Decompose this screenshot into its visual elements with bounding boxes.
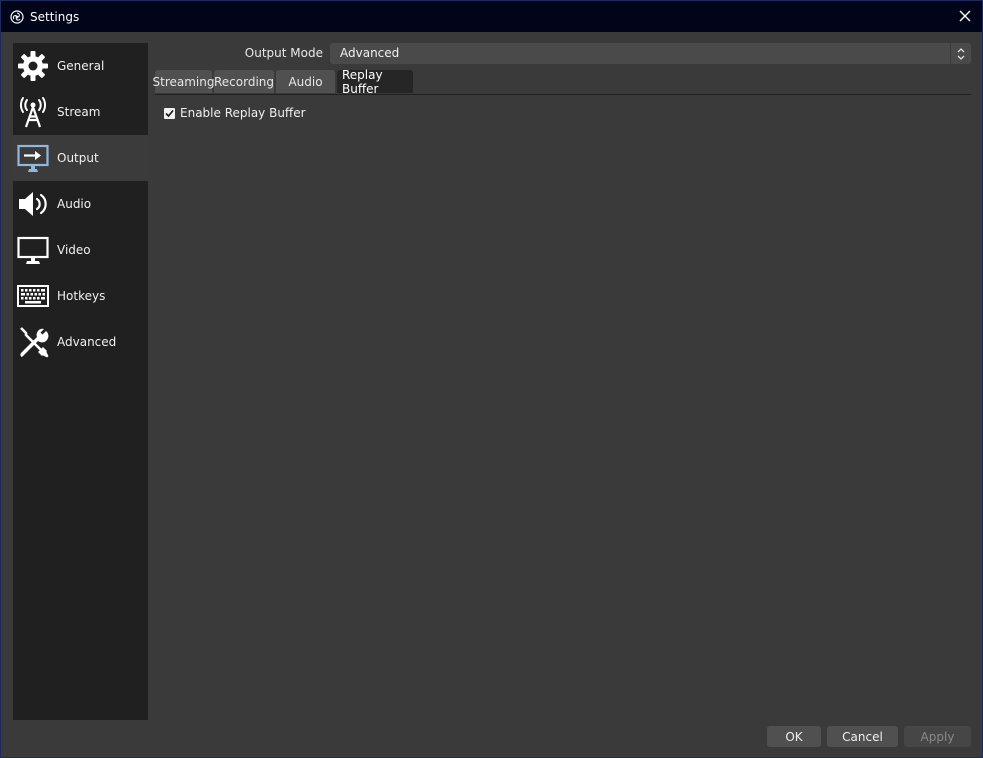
- title-bar[interactable]: Settings: [1, 1, 982, 32]
- window-title: Settings: [30, 9, 80, 24]
- cancel-button[interactable]: Cancel: [827, 726, 898, 747]
- output-tabs: Streaming Recording Audio Replay Buffer: [153, 68, 415, 96]
- obs-logo-icon: [10, 9, 24, 24]
- sidebar-item-label: Advanced: [57, 335, 117, 349]
- sidebar-item-label: Audio: [57, 197, 92, 211]
- keyboard-icon: [16, 279, 50, 313]
- sidebar-item-label: Hotkeys: [57, 289, 106, 303]
- sidebar-item-label: General: [57, 59, 105, 73]
- output-mode-value: Advanced: [340, 46, 400, 60]
- sidebar-item-output[interactable]: Output: [13, 135, 148, 181]
- close-icon[interactable]: [954, 5, 976, 27]
- output-settings-panel: Output Mode Advanced Streaming Recording…: [148, 43, 971, 720]
- sidebar-item-hotkeys[interactable]: Hotkeys: [13, 273, 148, 319]
- tab-streaming[interactable]: Streaming: [153, 70, 215, 93]
- gear-icon: [16, 49, 50, 83]
- wrench-screwdriver-icon: [16, 325, 50, 359]
- tab-audio[interactable]: Audio: [276, 70, 335, 93]
- sidebar-item-advanced[interactable]: Advanced: [13, 319, 148, 365]
- monitor-icon: [16, 233, 50, 267]
- sidebar-item-audio[interactable]: Audio: [13, 181, 148, 227]
- tab-recording[interactable]: Recording: [214, 70, 274, 93]
- enable-replay-buffer-label: Enable Replay Buffer: [180, 106, 306, 120]
- tab-divider: [155, 94, 971, 95]
- sidebar-item-general[interactable]: General: [13, 43, 148, 89]
- output-mode-select[interactable]: Advanced: [330, 43, 971, 64]
- enable-replay-buffer-checkbox[interactable]: [164, 107, 175, 119]
- speaker-icon: [16, 187, 50, 221]
- output-mode-row: Output Mode Advanced: [148, 43, 971, 65]
- chevron-up-down-icon[interactable]: [950, 43, 971, 64]
- sidebar-item-label: Output: [57, 151, 99, 165]
- apply-button[interactable]: Apply: [904, 726, 971, 747]
- sidebar-item-label: Stream: [57, 105, 101, 119]
- output-monitor-icon: [16, 141, 50, 175]
- sidebar-item-video[interactable]: Video: [13, 227, 148, 273]
- antenna-icon: [16, 95, 50, 129]
- settings-window: Settings General Stream Output Audio Vid…: [0, 0, 983, 758]
- sidebar-item-stream[interactable]: Stream: [13, 89, 148, 135]
- tab-replay-buffer[interactable]: Replay Buffer: [337, 68, 413, 96]
- ok-button[interactable]: OK: [767, 726, 821, 747]
- settings-sidebar: General Stream Output Audio Video Hotkey…: [13, 43, 148, 720]
- enable-replay-buffer-row[interactable]: Enable Replay Buffer: [164, 106, 306, 120]
- sidebar-item-label: Video: [57, 243, 91, 257]
- output-mode-label: Output Mode: [244, 46, 323, 60]
